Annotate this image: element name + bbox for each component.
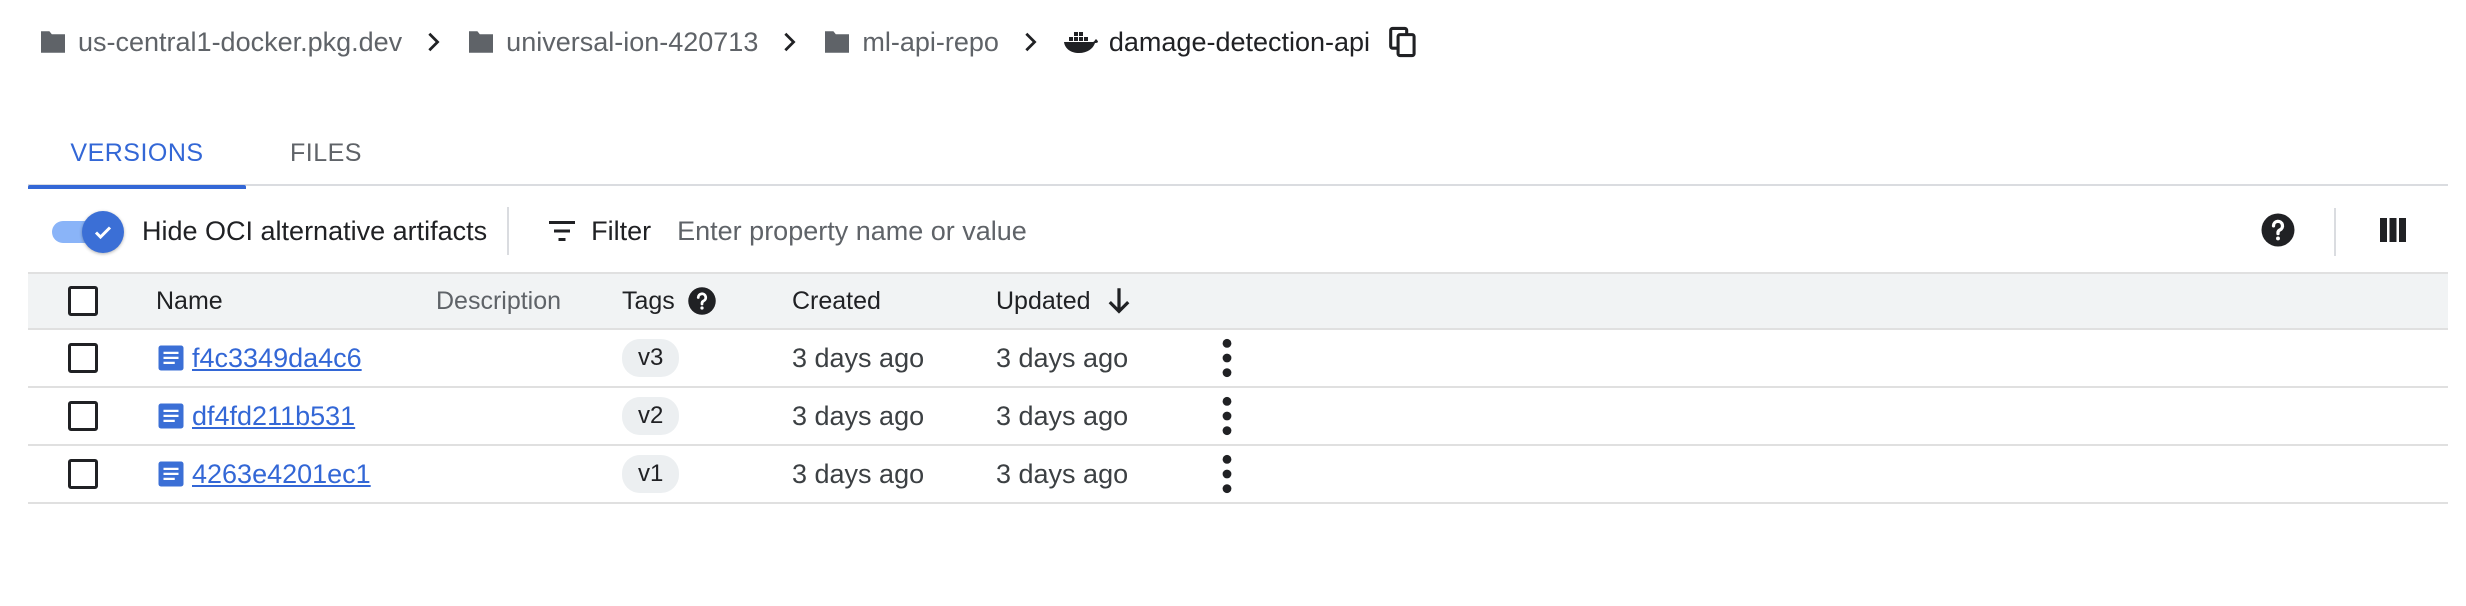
copy-icon[interactable] [1388,26,1418,58]
tag-chip[interactable]: v3 [622,339,680,377]
tag-chip[interactable]: v2 [622,397,680,435]
column-header-updated-label: Updated [996,286,1091,315]
filter-label: Filter [591,215,652,246]
document-icon [158,345,184,371]
toggle-knob [82,211,124,253]
updated-cell: 3 days ago [996,342,1129,373]
versions-table: Name Description Tags Created Updated f4… [28,272,2448,504]
tag-chip[interactable]: v1 [622,455,680,493]
created-cell: 3 days ago [792,400,925,431]
table-row[interactable]: df4fd211b531 v2 3 days ago 3 days ago [28,388,2448,446]
tab-bar: VERSIONS FILES [28,120,2448,189]
breadcrumb-item-repo[interactable]: ml-api-repo [822,27,999,58]
created-cell: 3 days ago [792,458,925,489]
table-row[interactable]: 4263e4201ec1 v1 3 days ago 3 days ago [28,446,2448,504]
more-vert-icon[interactable] [1220,454,1234,494]
chevron-right-icon [428,32,440,52]
sort-descending-icon[interactable] [1105,286,1133,316]
breadcrumb-label: ml-api-repo [862,26,999,57]
folder-icon [469,31,494,53]
breadcrumb-item-image: damage-detection-api [1063,27,1370,58]
row-checkbox[interactable] [68,459,98,489]
tags-cell: v3 [622,339,680,377]
document-icon [158,461,184,487]
row-checkbox[interactable] [68,401,98,431]
breadcrumb-item-project[interactable]: universal-ion-420713 [466,27,758,58]
updated-cell: 3 days ago [996,400,1129,431]
created-cell: 3 days ago [792,342,925,373]
row-checkbox-cell [68,459,98,489]
breadcrumb-item-registry[interactable]: us-central1-docker.pkg.dev [38,27,402,58]
row-checkbox-cell [68,401,98,431]
name-cell: df4fd211b531 [156,401,355,432]
column-header-tags-label: Tags [622,286,675,315]
row-actions-cell [1220,454,1234,494]
breadcrumb-label: damage-detection-api [1108,26,1371,57]
document-icon [158,403,184,429]
check-icon [94,226,112,240]
name-cell: f4c3349da4c6 [156,343,362,374]
chevron-right-icon [1025,32,1037,52]
column-header-name[interactable]: Name [156,287,223,316]
breadcrumb-label: universal-ion-420713 [506,26,759,57]
chevron-right-icon [784,32,796,52]
name-cell: 4263e4201ec1 [156,459,371,490]
column-header-updated[interactable]: Updated [996,286,1133,316]
more-vert-icon[interactable] [1220,338,1234,378]
tags-cell: v2 [622,397,680,435]
column-header-created[interactable]: Created [792,287,881,316]
docker-whale-icon [1063,32,1098,53]
tab-files[interactable]: FILES [246,120,406,186]
breadcrumb-label: us-central1-docker.pkg.dev [78,26,403,57]
version-name-link[interactable]: df4fd211b531 [192,401,355,432]
select-all-checkbox[interactable] [68,286,98,316]
row-checkbox-cell [68,343,98,373]
tab-versions[interactable]: VERSIONS [28,120,246,189]
select-all-cell [68,286,98,316]
more-vert-icon[interactable] [1220,396,1234,436]
column-header-tags[interactable]: Tags [622,286,717,316]
help-icon[interactable] [2260,212,2296,248]
row-checkbox[interactable] [68,343,98,373]
filter-button[interactable]: Filter [547,216,651,247]
filter-input[interactable] [677,215,1578,247]
column-header-description[interactable]: Description [436,287,561,316]
version-name-link[interactable]: f4c3349da4c6 [192,343,362,374]
row-actions-cell [1220,396,1234,436]
toolbar: Hide OCI alternative artifacts Filter [28,194,2448,268]
toolbar-divider [507,207,510,255]
tags-cell: v1 [622,455,680,493]
folder-icon [825,31,850,53]
table-header: Name Description Tags Created Updated [28,272,2448,330]
row-actions-cell [1220,338,1234,378]
hide-oci-toggle[interactable] [52,211,124,253]
breadcrumb: us-central1-docker.pkg.dev universal-ion… [38,22,1418,62]
column-display-icon[interactable] [2378,216,2408,244]
filter-icon [549,221,576,241]
folder-icon [41,31,65,53]
help-icon[interactable] [687,286,717,316]
version-name-link[interactable]: 4263e4201ec1 [192,459,371,490]
table-row[interactable]: f4c3349da4c6 v3 3 days ago 3 days ago [28,330,2448,388]
hide-oci-label: Hide OCI alternative artifacts [142,215,488,246]
updated-cell: 3 days ago [996,458,1129,489]
toolbar-divider [2334,208,2336,256]
